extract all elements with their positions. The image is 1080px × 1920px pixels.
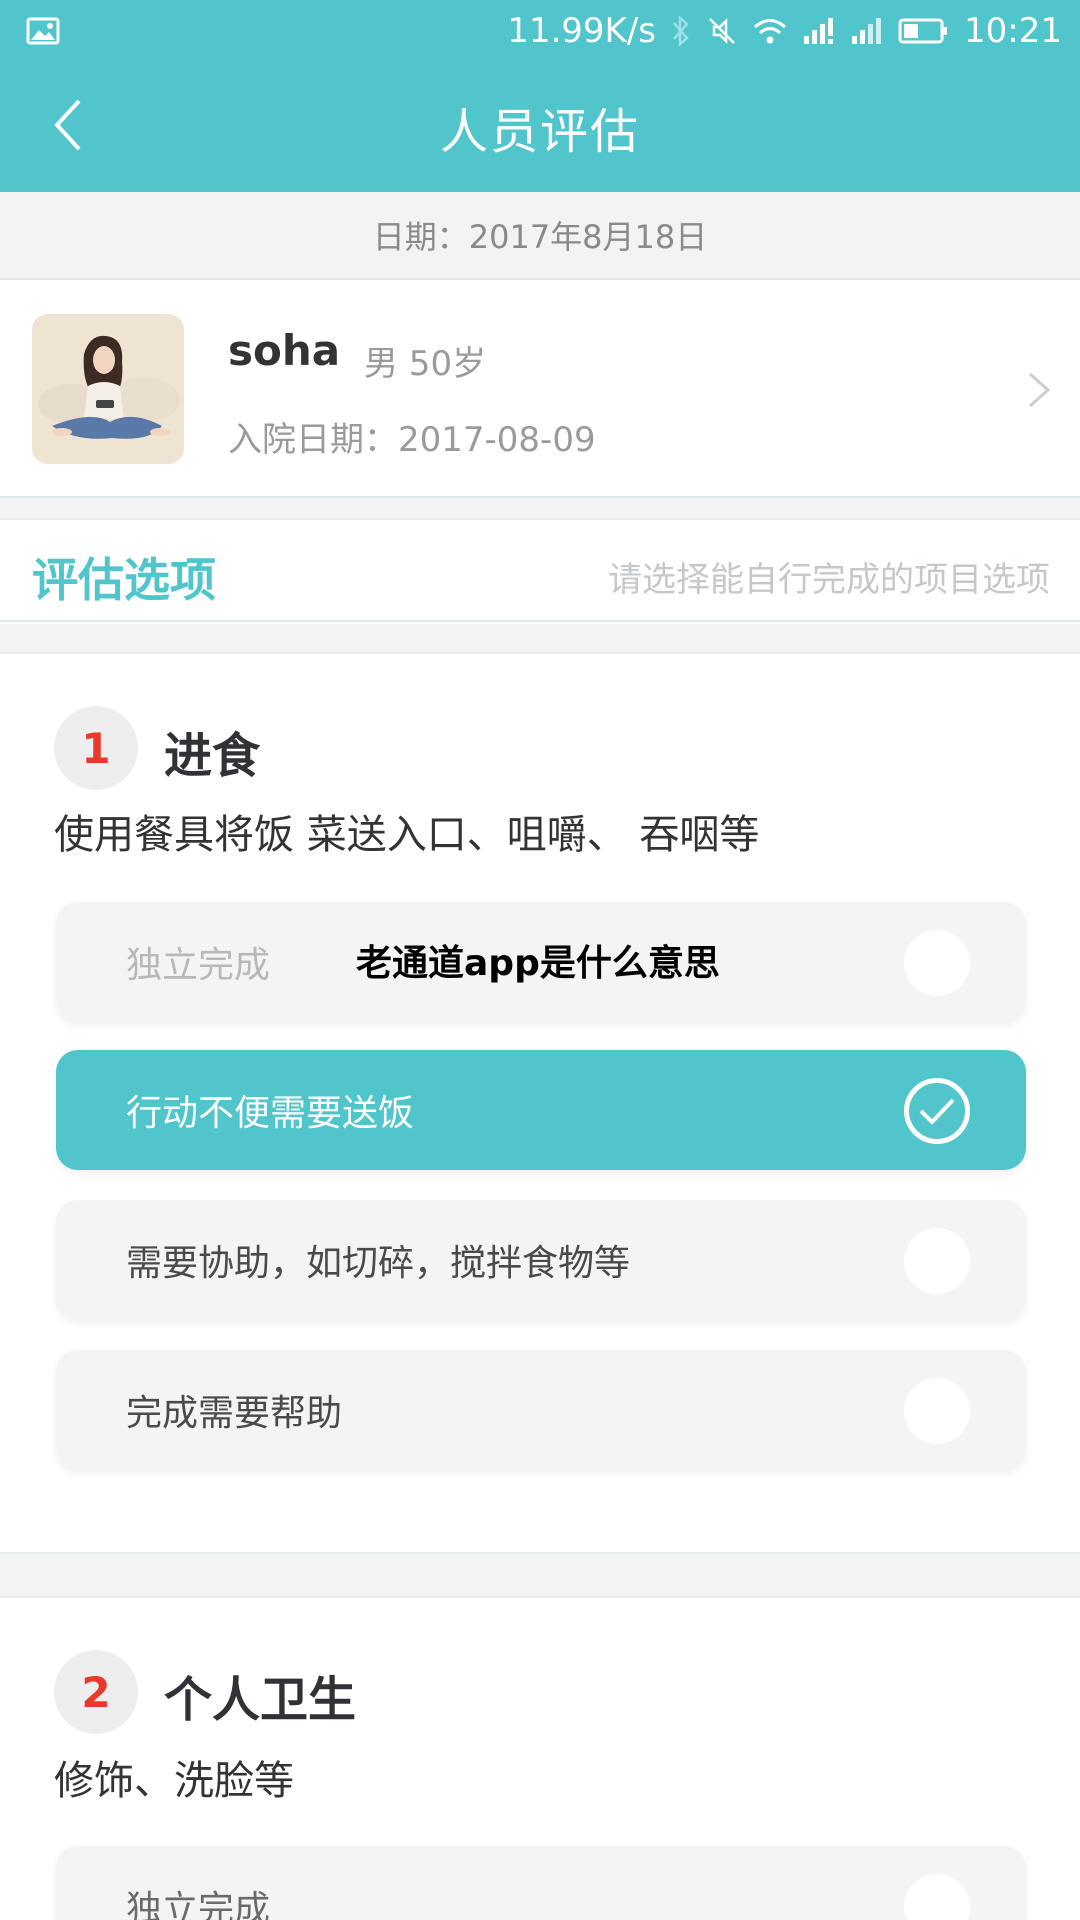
section-number: 1 (54, 706, 138, 790)
radio-icon (904, 1874, 970, 1920)
radio-icon (904, 1228, 970, 1294)
mute-icon (706, 15, 738, 47)
image-icon (26, 17, 60, 45)
option-needs-meal-delivery[interactable]: 行动不便需要送饭 (56, 1050, 1026, 1170)
section-eating: 1 进食 使用餐具将饭 菜送入口、咀嚼、 吞咽等 独立完成 行动不便需要送饭 需… (0, 656, 1080, 1552)
person-meta: 男 50岁 (364, 344, 487, 384)
bluetooth-icon (670, 14, 692, 48)
section-title: 个人卫生 (164, 1672, 357, 1728)
options-hint: 请选择能自行完成的项目选项 (608, 560, 1050, 600)
option-label: 完成需要帮助 (126, 1393, 343, 1434)
avatar (32, 314, 184, 464)
person-card[interactable]: soha 男 50岁 入院日期：2017-08-09 (0, 280, 1080, 498)
section-number: 2 (54, 1650, 138, 1734)
clock: 10:21 (964, 11, 1062, 51)
battery-icon (898, 16, 950, 46)
option-label: 行动不便需要送饭 (126, 1093, 415, 1134)
radio-icon (904, 1378, 970, 1444)
options-title: 评估选项 (32, 553, 216, 607)
divider (0, 624, 1080, 654)
option-needs-assistance[interactable]: 需要协助，如切碎，搅拌食物等 (56, 1200, 1026, 1320)
net-speed: 11.99K/s (507, 11, 657, 51)
section-description: 使用餐具将饭 菜送入口、咀嚼、 吞咽等 (54, 812, 760, 858)
option-needs-help[interactable]: 完成需要帮助 (56, 1350, 1026, 1470)
section-title: 进食 (164, 728, 261, 784)
back-button[interactable] (22, 82, 112, 172)
option-independent[interactable]: 独立完成 (56, 1846, 1026, 1920)
signal-icon (802, 16, 836, 46)
option-label: 独立完成 (126, 945, 271, 986)
app-bar: 人员评估 (0, 62, 1080, 192)
options-header: 评估选项 请选择能自行完成的项目选项 (0, 522, 1080, 622)
radio-icon (904, 930, 970, 996)
chevron-right-icon (1018, 360, 1058, 420)
date-bar: 日期：2017年8月18日 (0, 192, 1080, 280)
date-text: 日期：2017年8月18日 (372, 218, 708, 256)
status-bar: 11.99K/s 10:21 (0, 0, 1080, 62)
section-description: 修饰、洗脸等 (54, 1758, 294, 1804)
divider (0, 498, 1080, 520)
watermark-text: 老通道app是什么意思 (356, 943, 720, 984)
option-label: 独立完成 (126, 1889, 271, 1920)
admit-date: 入院日期：2017-08-09 (228, 420, 596, 460)
page-title: 人员评估 (439, 104, 640, 160)
section-hygiene: 2 个人卫生 修饰、洗脸等 独立完成 (0, 1600, 1080, 1920)
person-name: soha (228, 326, 341, 375)
option-label: 需要协助，如切碎，搅拌食物等 (126, 1243, 631, 1284)
chevron-left-icon (47, 95, 87, 159)
divider (0, 1552, 1080, 1598)
wifi-icon (752, 16, 788, 46)
check-circle-icon (904, 1078, 970, 1144)
signal-icon-2 (850, 16, 884, 46)
